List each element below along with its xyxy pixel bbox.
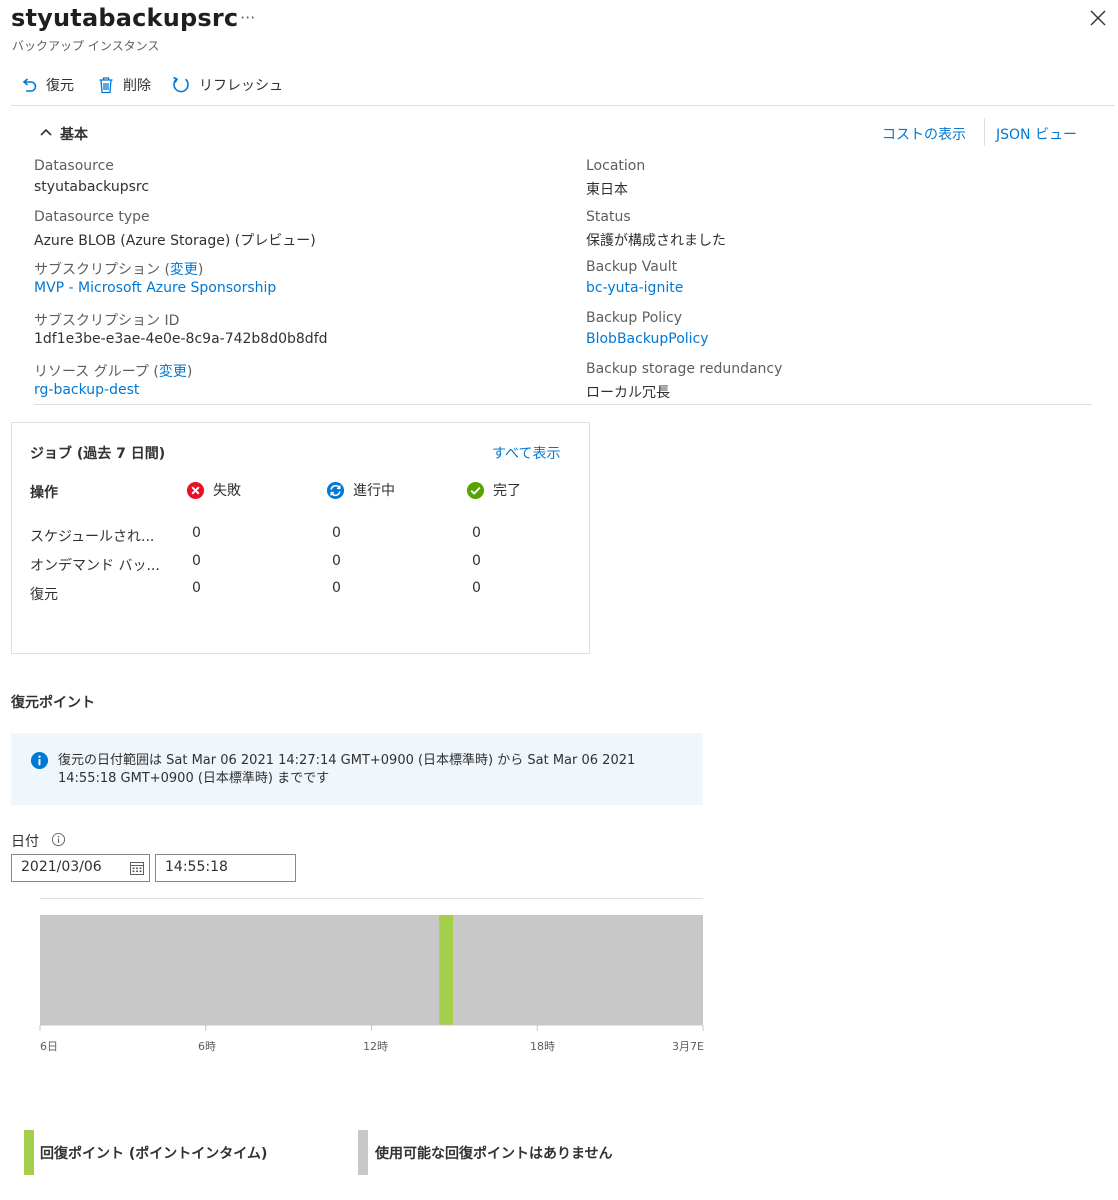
- completed-header-label: 完了: [493, 483, 521, 499]
- failed-header-label: 失敗: [213, 483, 241, 499]
- tick-label: 12時: [363, 1040, 388, 1053]
- subscription-id-label: サブスクリプション ID: [34, 313, 180, 329]
- in-progress-header-label: 進行中: [353, 483, 395, 499]
- sync-icon: [326, 481, 345, 499]
- legend-recovery-point-label: 回復ポイント (ポイントインタイム): [40, 1146, 268, 1162]
- info-banner-text: 復元の日付範囲は Sat Mar 06 2021 14:27:14 GMT+09…: [58, 753, 636, 786]
- timeline-divider: [40, 898, 703, 899]
- close-icon: [1090, 10, 1106, 26]
- resource-group-label-text: リソース グループ: [34, 364, 149, 380]
- restore-label: 復元: [46, 78, 74, 94]
- resource-group-value-link[interactable]: rg-backup-dest: [34, 382, 139, 398]
- subscription-label: サブスクリプション (変更): [34, 262, 204, 278]
- delete-label: 削除: [123, 78, 151, 94]
- tick-label: 6日: [40, 1040, 58, 1053]
- toolbar-divider: [11, 105, 1115, 106]
- info-circle-icon[interactable]: [51, 832, 66, 851]
- subscription-label-text: サブスクリプション: [34, 262, 160, 278]
- tick-label: 6時: [198, 1040, 216, 1053]
- delete-button[interactable]: 削除: [97, 74, 151, 96]
- essentials-divider: [34, 404, 1092, 405]
- restore-inprogress-count[interactable]: 0: [332, 580, 341, 596]
- refresh-label: リフレッシュ: [199, 78, 283, 94]
- page-title: styutabackupsrc: [11, 4, 239, 32]
- subscription-change-link[interactable]: 変更: [170, 262, 198, 278]
- backup-policy-link[interactable]: BlobBackupPolicy: [586, 331, 709, 347]
- ondemand-inprogress-count[interactable]: 0: [332, 553, 341, 569]
- location-value: 東日本: [586, 182, 628, 198]
- datasource-label: Datasource: [34, 158, 114, 174]
- failed-header: 失敗: [186, 479, 241, 501]
- subscription-id-value: 1df1e3be-e3ae-4e0e-8c9a-742b8d0b8dfd: [34, 331, 328, 347]
- ondemand-completed-count[interactable]: 0: [472, 553, 481, 569]
- jobs-view-all-link[interactable]: すべて表示: [492, 443, 560, 463]
- link-separator: [984, 118, 985, 146]
- in-progress-header: 進行中: [326, 479, 395, 501]
- success-icon: [466, 481, 485, 499]
- jobs-title: ジョブ (過去 7 日間): [30, 446, 166, 462]
- datasource-type-value: Azure BLOB (Azure Storage) (プレビュー): [34, 233, 316, 249]
- scheduled-completed-count[interactable]: 0: [472, 525, 481, 541]
- refresh-button[interactable]: リフレッシュ: [171, 74, 283, 96]
- completed-header: 完了: [466, 479, 521, 501]
- chevron-up-icon: [40, 128, 52, 136]
- json-view-link[interactable]: JSON ビュー: [996, 124, 1077, 144]
- essentials-title: 基本: [60, 127, 88, 143]
- restore-completed-count[interactable]: 0: [472, 580, 481, 596]
- undo-icon: [22, 78, 37, 92]
- trash-icon: [99, 77, 113, 94]
- timeline-recovery-point-band[interactable]: [439, 915, 453, 1025]
- info-icon: [30, 751, 49, 774]
- scheduled-inprogress-count[interactable]: 0: [332, 525, 341, 541]
- close-button[interactable]: [1086, 6, 1110, 30]
- legend-unavailable-label: 使用可能な回復ポイントはありません: [375, 1146, 613, 1162]
- more-options-button[interactable]: ···: [240, 8, 255, 27]
- collapse-essentials-button[interactable]: [38, 124, 54, 144]
- tick-label: 3月7E: [672, 1040, 704, 1053]
- backup-vault-link[interactable]: bc-yuta-ignite: [586, 280, 683, 296]
- view-cost-link[interactable]: コストの表示: [882, 124, 966, 144]
- ondemand-failed-count[interactable]: 0: [192, 553, 201, 569]
- datasource-type-label: Datasource type: [34, 209, 150, 225]
- error-icon: [186, 481, 205, 499]
- subscription-value-link[interactable]: MVP - Microsoft Azure Sponsorship: [34, 280, 276, 296]
- restore-failed-count[interactable]: 0: [192, 580, 201, 596]
- legend-recovery-point-swatch: [24, 1130, 34, 1175]
- recovery-timeline[interactable]: [39, 915, 704, 1031]
- date-label: 日付: [11, 834, 39, 850]
- timeline-unavailable-band: [40, 915, 703, 1025]
- resource-group-change-link[interactable]: 変更: [159, 364, 187, 380]
- backup-vault-label: Backup Vault: [586, 259, 678, 275]
- location-label: Location: [586, 158, 646, 174]
- datasource-value: styutabackupsrc: [34, 179, 150, 195]
- restore-button[interactable]: 復元: [20, 74, 74, 96]
- redundancy-label: Backup storage redundancy: [586, 361, 783, 377]
- calendar-icon[interactable]: [129, 860, 145, 880]
- backup-policy-label: Backup Policy: [586, 310, 683, 326]
- legend-unavailable-swatch: [358, 1130, 368, 1175]
- time-input[interactable]: 14:55:18: [155, 854, 296, 882]
- scheduled-backup-row-label: スケジュールされ...: [30, 529, 155, 545]
- jobs-operation-header: 操作: [30, 485, 58, 501]
- status-value: 保護が構成されました: [586, 233, 726, 249]
- status-label: Status: [586, 209, 631, 225]
- restore-row-label: 復元: [30, 587, 58, 603]
- page-subtitle: バックアップ インスタンス: [12, 39, 160, 53]
- tick-label: 18時: [530, 1040, 555, 1053]
- ondemand-backup-row-label: オンデマンド バッ...: [30, 558, 160, 574]
- scheduled-failed-count[interactable]: 0: [192, 525, 201, 541]
- refresh-icon: [173, 76, 189, 93]
- redundancy-value: ローカル冗長: [586, 385, 670, 401]
- resource-group-label: リソース グループ (変更): [34, 364, 193, 380]
- recovery-points-title: 復元ポイント: [11, 695, 95, 711]
